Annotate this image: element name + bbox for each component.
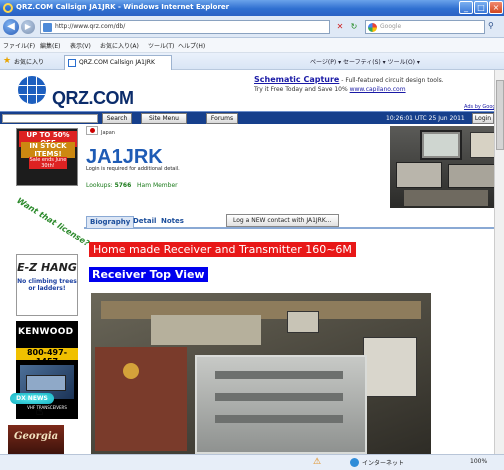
vertical-scrollbar[interactable] [494,70,504,454]
favorites-star-icon[interactable]: ★ [3,56,11,66]
lookups-line: Lookups: 5766 Ham Member [86,182,178,189]
logo-text: QRZ.COM [52,88,134,108]
address-field[interactable]: http://www.qrz.com/db/ [40,20,330,34]
scrollbar-thumb[interactable] [496,80,504,150]
kenwood-brand: KENWOOD [18,327,74,337]
command-bar[interactable]: ページ(P) ▾ セーフティ(S) ▾ ツール(O) ▾ [310,57,420,66]
kenwood-ad-banner[interactable]: KENWOOD 800-497-1457 VHF TRANSCEIVERS [16,321,78,419]
search-placeholder: Google [380,23,402,30]
browser-tab[interactable]: QRZ.COM Callsign JA1JRK [64,55,172,70]
window-title: QRZ.COM Callsign JA1JRK - Windows Intern… [16,3,230,11]
ez-hang-title: E-Z HANG [17,261,77,274]
menu-bar: ファイル(F) 編集(E) 表示(V) お気に入り(A) ツール(T) ヘルプ(… [0,38,504,53]
search-input[interactable]: Google [365,20,485,34]
forums-button[interactable]: Forums [206,113,238,124]
dx-news-button[interactable]: DX NEWS [10,393,54,404]
lookups-count: 5766 [114,182,132,189]
page-icon [43,23,52,32]
menu-view[interactable]: 表示(V) [70,41,91,50]
tab-biography[interactable]: Biography [86,216,135,228]
favorites-label[interactable]: お気に入り [14,57,44,66]
kenwood-caption: VHF TRANSCEIVERS [27,405,67,410]
ad-headline[interactable]: Schematic Capture [254,75,339,84]
license-ad-text: Want that license? [15,196,91,248]
back-button[interactable]: ◀ [3,19,19,35]
kenwood-phone: 800-497-1457 [16,348,78,366]
utc-datetime: 10:26:01 UTC 25 Jun 2011 [386,115,465,122]
japan-flag-icon [86,126,98,135]
ez-hang-ad-banner[interactable]: E-Z HANG No climbing trees or ladders! [16,254,78,316]
menu-help[interactable]: ヘルプ(H) [178,41,205,50]
status-bar: ⚠ インターネット 100% [0,454,504,470]
lookups-label: Lookups: [86,182,113,189]
search-go-icon[interactable]: ⚲ [488,21,494,30]
refresh-icon[interactable]: ↻ [348,21,360,33]
biography-heading-top-view: Receiver Top View [89,267,208,282]
sale-ad-banner[interactable]: UP TO 50% OFF IN STOCK ITEMS! Sale ends … [16,128,78,186]
search-button[interactable]: Search [102,113,132,124]
hand-cursor-icon: ☝ [36,404,44,418]
browser-tab-title: QRZ.COM Callsign JA1JRK [79,59,155,66]
georgia-ad-banner[interactable]: Georgia [8,425,64,454]
globe-icon [18,76,46,104]
zoom-level[interactable]: 100% [470,458,487,465]
country-label: Japan [101,130,115,136]
ad-line2: Try it Free Today and Save 10% [254,86,350,93]
receiver-top-view-photo [91,293,431,454]
google-icon [368,23,377,32]
login-required-note: Login is required for additional detail. [86,166,180,172]
warning-icon[interactable]: ⚠ [313,457,321,467]
security-zone: インターネット [362,460,405,467]
biography-heading-receiver-transmitter: Home made Receiver and Transmitter 160~6… [89,242,356,257]
window-titlebar: QRZ.COM Callsign JA1JRK - Windows Intern… [0,0,504,16]
login-button[interactable]: Login [472,113,494,124]
log-contact-button[interactable]: Log a NEW contact with JA1JRK... [226,214,339,227]
close-button[interactable]: × [489,1,503,14]
menu-file[interactable]: ファイル(F) [3,41,35,50]
menu-edit[interactable]: 編集(E) [40,41,60,50]
forward-button[interactable]: ▶ [21,20,35,34]
sale-ad-line2: IN STOCK ITEMS! [21,142,75,158]
station-photo[interactable] [390,126,502,208]
ie-logo-icon [3,3,13,13]
address-url: http://www.qrz.com/db/ [55,23,126,30]
page-content: QRZ.COM Schematic Capture - Full-feature… [0,70,504,454]
tab-detail[interactable]: Detail [130,216,159,228]
favorites-bar: ★ お気に入り QRZ.COM Callsign JA1JRK ページ(P) ▾… [0,53,504,70]
ad-description: - Full-featured circuit design tools. [339,77,444,84]
menu-favorites[interactable]: お気に入り(A) [100,41,139,50]
internet-zone-icon [350,458,359,467]
georgia-ad-text: Georgia [14,431,59,442]
site-menu-button[interactable]: Site Menu [141,113,187,124]
ez-hang-subtitle: No climbing trees or ladders! [17,278,77,292]
ad-link[interactable]: www.capilano.com [350,86,406,93]
site-nav-bar: Search Site Menu Forums 10:26:01 UTC 25 … [0,111,504,124]
minimize-button[interactable]: _ [459,1,473,14]
sale-ad-line3: Sale ends June 30th! [29,157,67,169]
member-status: Ham Member [137,182,178,189]
maximize-button[interactable]: □ [474,1,488,14]
address-toolbar: ◀ ▶ http://www.qrz.com/db/ ✕ ↻ Google ⚲ [0,16,504,38]
license-ad-banner[interactable]: Want that license? [15,196,91,248]
profile-tabs: Biography Detail Notes Log a NEW contact… [84,213,502,229]
tab-page-icon [68,59,76,67]
menu-tools[interactable]: ツール(T) [148,41,174,50]
callsign-search-input[interactable] [2,114,98,123]
google-text-ad: Schematic Capture - Full-featured circui… [254,75,498,93]
tab-notes[interactable]: Notes [158,216,187,228]
stop-icon[interactable]: ✕ [334,21,346,33]
